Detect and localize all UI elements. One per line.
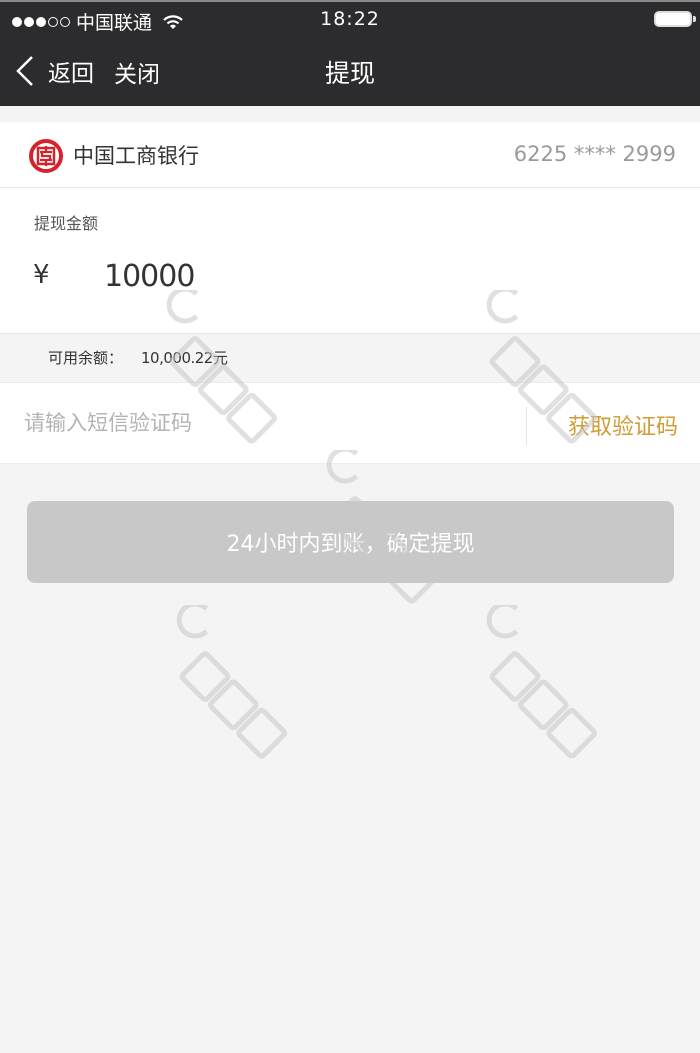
confirm-withdraw-button[interactable]: 24小时内到账，确定提现 (27, 501, 674, 583)
get-code-button[interactable]: 获取验证码 (568, 409, 678, 441)
bank-card-row[interactable]: 中国工商银行 6225 **** 2999 (0, 122, 700, 188)
amount-input[interactable] (104, 254, 504, 298)
sms-code-row: 获取验证码 (0, 382, 700, 464)
icbc-logo-icon (29, 139, 63, 173)
card-number: 6225 **** 2999 (513, 142, 676, 166)
status-bar: 中国联通 18:22 (0, 0, 700, 40)
withdraw-amount-section: 提现金额 ¥ (0, 188, 700, 334)
available-balance-row: 可用余额： 10,000.22元 (0, 334, 700, 382)
page-title: 提现 (324, 59, 375, 88)
currency-symbol: ¥ (33, 260, 50, 290)
watermark-icon (486, 605, 597, 759)
sms-code-input[interactable] (24, 403, 504, 443)
bank-name: 中国工商银行 (73, 144, 199, 168)
nav-bar: 返回 关闭 提现 (0, 40, 700, 106)
balance-label: 可用余额： (48, 349, 124, 367)
balance-value: 10,000.22元 (141, 349, 228, 367)
divider (526, 407, 527, 445)
battery-icon (654, 11, 696, 27)
status-time: 18:22 (320, 8, 380, 30)
watermark-icon (176, 605, 287, 759)
amount-label: 提现金额 (34, 214, 99, 233)
